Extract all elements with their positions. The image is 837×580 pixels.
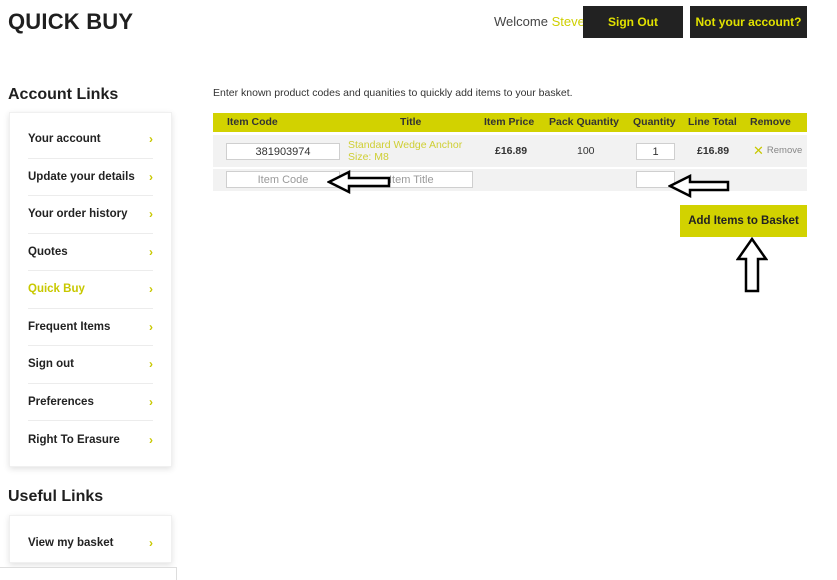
close-icon: ✕ [753, 142, 764, 158]
sidebar-item-label: Sign out [28, 358, 74, 371]
quantity-input[interactable]: 1 [636, 143, 675, 160]
chevron-right-icon: › [149, 207, 153, 222]
sidebar-item-label: Update your details [28, 170, 135, 183]
chevron-right-icon: › [149, 535, 153, 550]
column-header-line-total: Line Total [688, 116, 737, 128]
sidebar-item-preferences[interactable]: Preferences › [28, 384, 153, 421]
not-your-account-button[interactable]: Not your account? [690, 6, 807, 38]
chevron-right-icon: › [149, 169, 153, 184]
account-links-heading: Account Links [8, 86, 119, 103]
item-code-input[interactable]: 381903974 [226, 143, 340, 160]
sidebar-item-update-details[interactable]: Update your details › [28, 159, 153, 196]
product-size: Size: M8 [348, 151, 389, 163]
sidebar-item-label: Your account [28, 133, 101, 146]
sidebar-item-your-account[interactable]: Your account › [28, 121, 153, 159]
column-header-item-price: Item Price [484, 116, 535, 128]
intro-text: Enter known product codes and quanities … [213, 87, 573, 99]
new-item-code-input[interactable]: Item Code [226, 171, 340, 188]
add-items-to-basket-button[interactable]: Add Items to Basket [680, 205, 807, 237]
page-title: QUICK BUY [8, 9, 134, 34]
account-links-panel: Your account › Update your details › You… [9, 112, 172, 467]
column-header-item-code: Item Code [227, 116, 278, 128]
arrow-left-icon [327, 170, 391, 194]
product-title-link[interactable]: Standard Wedge Anchor Size: M8 [348, 139, 462, 163]
sidebar-item-view-basket[interactable]: View my basket › [28, 524, 153, 562]
table-header: Item Code Title Item Price Pack Quantity… [213, 113, 807, 132]
sidebar-item-label: Your order history [28, 208, 128, 221]
sign-out-button[interactable]: Sign Out [583, 6, 683, 38]
remove-label: Remove [766, 145, 803, 156]
sidebar-item-quick-buy[interactable]: Quick Buy › [28, 271, 153, 309]
sidebar-item-frequent-items[interactable]: Frequent Items › [28, 309, 153, 346]
horizontal-scrollbar[interactable] [0, 567, 177, 580]
column-header-remove: Remove [750, 116, 791, 128]
table-row: 381903974 Standard Wedge Anchor Size: M8… [213, 135, 807, 167]
sidebar-item-quotes[interactable]: Quotes › [28, 234, 153, 271]
column-header-title: Title [400, 116, 422, 128]
chevron-right-icon: › [149, 132, 153, 147]
chevron-right-icon: › [149, 394, 153, 409]
useful-links-panel: View my basket › [9, 515, 172, 563]
product-title: Standard Wedge Anchor [348, 139, 463, 151]
sidebar-item-label: Right To Erasure [28, 433, 120, 446]
sidebar-item-label: Preferences [28, 395, 94, 408]
remove-button[interactable]: ✕ Remove [753, 142, 803, 158]
column-header-pack-quantity: Pack Quantity [549, 116, 620, 128]
sidebar-item-order-history[interactable]: Your order history › [28, 196, 153, 234]
sidebar-item-sign-out[interactable]: Sign out › [28, 346, 153, 384]
chevron-right-icon: › [149, 319, 153, 334]
arrow-up-icon [736, 237, 768, 293]
column-header-quantity: Quantity [633, 116, 676, 128]
sidebar-item-label: View my basket [28, 536, 114, 549]
sidebar-item-label: Quick Buy [28, 283, 85, 296]
user-name: Steve [551, 14, 585, 29]
chevron-right-icon: › [149, 244, 153, 259]
chevron-right-icon: › [149, 282, 153, 297]
sidebar-item-label: Frequent Items [28, 320, 111, 333]
welcome-message: Welcome Steve [494, 14, 585, 29]
chevron-right-icon: › [149, 357, 153, 372]
sidebar-item-label: Quotes [28, 245, 68, 258]
useful-links-heading: Useful Links [8, 488, 104, 505]
pack-quantity: 100 [577, 145, 595, 157]
welcome-prefix: Welcome [494, 14, 548, 29]
arrow-left-icon [668, 174, 730, 198]
item-price: £16.89 [495, 145, 528, 157]
line-total: £16.89 [697, 145, 730, 157]
sidebar-item-right-to-erasure[interactable]: Right To Erasure › [28, 421, 153, 459]
chevron-right-icon: › [149, 432, 153, 447]
